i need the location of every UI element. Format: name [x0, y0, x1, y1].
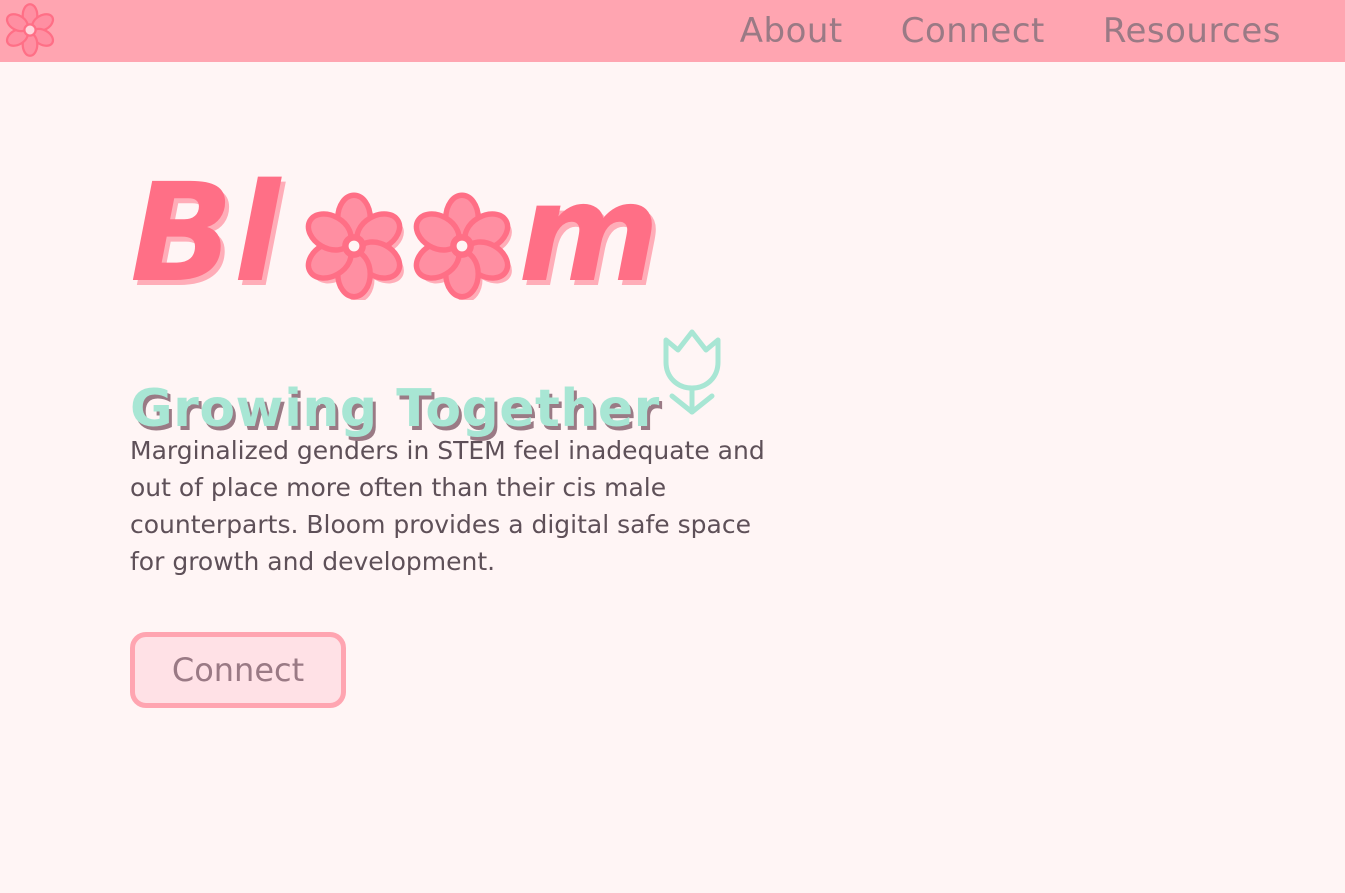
brand-logo: Bl m	[130, 160, 690, 310]
flower-icon	[413, 192, 512, 300]
nav-link-connect[interactable]: Connect	[901, 14, 1045, 48]
connect-button[interactable]: Connect	[130, 632, 346, 708]
hero-section: Bl m Growing Together Marginalized gende…	[130, 160, 850, 708]
nav-links: About Connect Resources	[740, 0, 1281, 62]
nav-link-about[interactable]: About	[740, 14, 843, 48]
tulip-icon	[663, 329, 721, 415]
brand-text-trailing: m	[518, 155, 660, 313]
tagline: Growing Together	[130, 379, 660, 440]
flower-icon	[305, 192, 404, 300]
nav-link-resources[interactable]: Resources	[1103, 14, 1281, 48]
top-navbar: About Connect Resources	[0, 0, 1345, 62]
hero-description: Marginalized genders in STEM feel inadeq…	[130, 436, 765, 576]
tagline-row: Growing Together	[130, 329, 850, 435]
brand-text-leading: Bl	[130, 155, 281, 313]
flower-icon[interactable]	[2, 2, 58, 58]
